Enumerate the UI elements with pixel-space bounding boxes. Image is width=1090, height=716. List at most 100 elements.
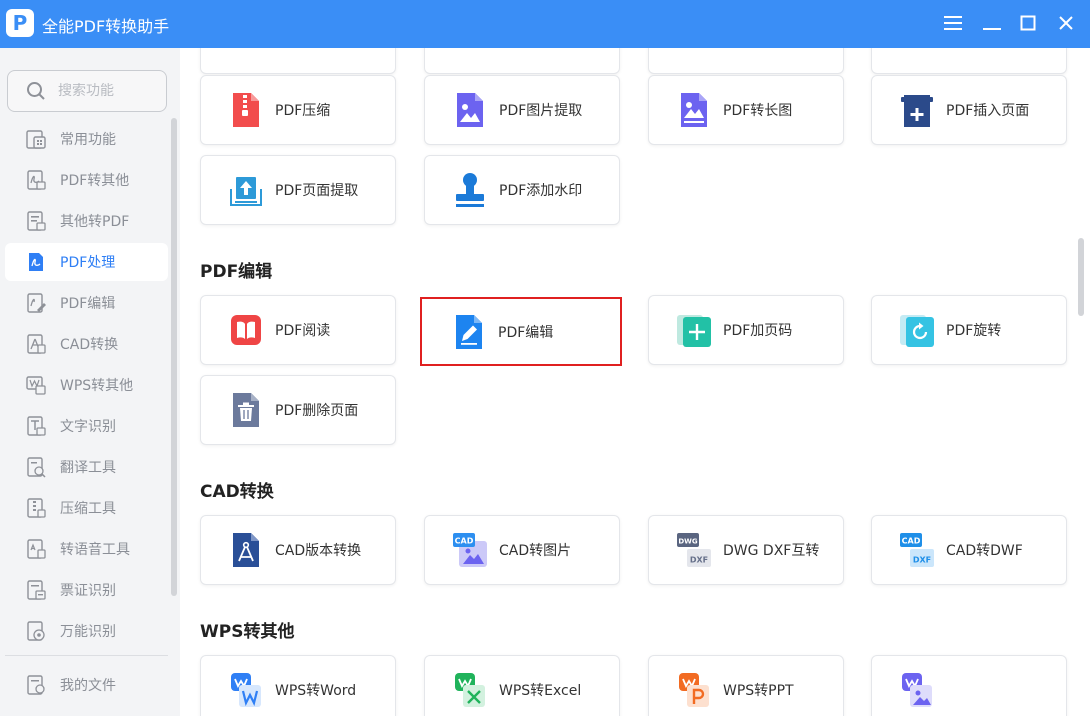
- ticket-icon: [27, 580, 46, 600]
- menu-icon[interactable]: [940, 10, 966, 36]
- my-files-icon: [27, 675, 45, 695]
- sidebar-item-cad[interactable]: CAD转换: [5, 325, 168, 363]
- sidebar-scrollbar[interactable]: [171, 118, 177, 596]
- sidebar: 常用功能 PDF转其他 其他转PDF PDF处理 PDF编辑 CAD转换 WPS…: [0, 48, 180, 716]
- card-pdf-rotate[interactable]: PDF旋转: [871, 295, 1067, 365]
- sidebar-item-wps[interactable]: WPS转其他: [5, 366, 168, 404]
- card-label: PDF压缩: [275, 103, 331, 119]
- rotate-icon: [900, 315, 934, 347]
- card-label: PDF旋转: [946, 323, 1002, 339]
- card-dwg-dxf[interactable]: DXF DWG DWG DXF互转: [648, 515, 844, 585]
- sidebar-item-label: PDF转其他: [60, 173, 130, 189]
- card-pdf-add-page-number[interactable]: PDF加页码: [648, 295, 844, 365]
- pdf-convert-icon: [27, 170, 46, 190]
- card-label: PDF删除页面: [275, 403, 359, 419]
- search-box[interactable]: [7, 70, 167, 112]
- sidebar-item-label: 票证识别: [60, 583, 116, 599]
- sidebar-item-label: 万能识别: [60, 624, 116, 640]
- sidebar-item-label: 常用功能: [60, 132, 116, 148]
- card-pdf-read[interactable]: PDF阅读: [200, 295, 396, 365]
- card-pdf-delete-page[interactable]: PDF删除页面: [200, 375, 396, 445]
- svg-text:DXF: DXF: [913, 556, 931, 565]
- sidebar-divider: [5, 655, 168, 656]
- card-label: DWG DXF互转: [723, 543, 820, 559]
- sidebar-item-ticket[interactable]: 票证识别: [5, 571, 168, 609]
- close-icon[interactable]: [1053, 10, 1079, 36]
- edit-file-icon: [456, 314, 482, 349]
- sidebar-item-common[interactable]: 常用功能: [5, 120, 168, 158]
- sidebar-item-my-files[interactable]: 我的文件: [5, 666, 168, 704]
- app-logo-icon: P: [6, 9, 34, 37]
- sidebar-item-label: 文字识别: [60, 419, 116, 435]
- cad-icon: [27, 334, 46, 354]
- sidebar-item-translate[interactable]: 翻译工具: [5, 448, 168, 486]
- sidebar-item-label: 压缩工具: [60, 501, 116, 517]
- card-wps-image[interactable]: [871, 655, 1067, 716]
- card-cad-to-dwf[interactable]: DXF CAD CAD转DWF: [871, 515, 1067, 585]
- card-label: WPS转Excel: [499, 683, 582, 699]
- card-label: PDF转长图: [723, 103, 793, 119]
- card-partial-2[interactable]: [424, 48, 620, 74]
- sidebar-item-speech[interactable]: 转语音工具: [5, 530, 168, 568]
- card-label: PDF编辑: [498, 324, 554, 341]
- app-title: 全能PDF转换助手: [42, 17, 170, 36]
- minimize-icon[interactable]: [979, 10, 1005, 36]
- wps-icon: [26, 376, 46, 395]
- card-cad-to-image[interactable]: CAD CAD转图片: [424, 515, 620, 585]
- main-scrollbar[interactable]: [1078, 238, 1084, 316]
- sidebar-item-label: 转语音工具: [60, 542, 130, 558]
- card-pdf-watermark[interactable]: PDF添加水印: [424, 155, 620, 225]
- section-title-pdf-edit: PDF编辑: [200, 262, 273, 282]
- card-pdf-insert-page[interactable]: PDF插入页面: [871, 75, 1067, 145]
- card-partial-3[interactable]: [648, 48, 844, 74]
- sidebar-item-label: PDF编辑: [60, 296, 116, 312]
- sidebar-item-ocr[interactable]: 文字识别: [5, 407, 168, 445]
- sidebar-item-other-to-pdf[interactable]: 其他转PDF: [5, 202, 168, 240]
- sidebar-item-pdf-edit[interactable]: PDF编辑: [5, 284, 168, 322]
- wps-image-icon: [902, 673, 932, 707]
- card-pdf-compress[interactable]: PDF压缩: [200, 75, 396, 145]
- card-label: PDF页面提取: [275, 183, 359, 199]
- wps-ppt-icon: [679, 673, 709, 707]
- card-wps-word[interactable]: WPS转Word: [200, 655, 396, 716]
- section-title-wps: WPS转其他: [200, 622, 295, 642]
- cad-version-icon: [233, 533, 259, 567]
- sidebar-item-label: WPS转其他: [60, 378, 134, 394]
- card-wps-ppt[interactable]: WPS转PPT: [648, 655, 844, 716]
- zip-file-icon: [233, 93, 259, 127]
- book-icon: [231, 315, 261, 345]
- to-pdf-icon: [27, 211, 46, 231]
- dwg-dxf-icon: DXF DWG: [677, 533, 711, 567]
- card-label: PDF加页码: [723, 323, 793, 339]
- svg-text:DWG: DWG: [678, 538, 698, 546]
- card-pdf-image-extract[interactable]: PDF图片提取: [424, 75, 620, 145]
- sidebar-item-compress[interactable]: 压缩工具: [5, 489, 168, 527]
- card-partial-4[interactable]: [871, 48, 1067, 74]
- image-file-icon: [457, 93, 483, 127]
- card-label: PDF添加水印: [499, 183, 583, 199]
- sidebar-item-pdf-to-other[interactable]: PDF转其他: [5, 161, 168, 199]
- svg-text:DXF: DXF: [690, 556, 708, 565]
- common-tools-icon: [26, 130, 46, 149]
- watermark-stamp-icon: [456, 173, 484, 207]
- maximize-icon[interactable]: [1015, 10, 1041, 36]
- card-pdf-edit[interactable]: PDF编辑: [420, 297, 622, 366]
- card-label: CAD转图片: [499, 543, 572, 559]
- sidebar-item-pdf-process[interactable]: PDF处理: [5, 243, 168, 281]
- sidebar-item-universal[interactable]: 万能识别: [5, 612, 168, 650]
- card-label: CAD版本转换: [275, 543, 362, 559]
- card-cad-version[interactable]: CAD版本转换: [200, 515, 396, 585]
- cad-to-image-icon: CAD: [453, 533, 487, 567]
- card-partial-1[interactable]: [200, 48, 396, 74]
- cad-to-dwf-icon: DXF CAD: [900, 533, 934, 567]
- compress-icon: [27, 498, 46, 518]
- card-label: WPS转PPT: [723, 683, 794, 699]
- sidebar-item-label: 我的文件: [60, 678, 116, 694]
- trash-file-icon: [233, 393, 259, 427]
- card-pdf-page-extract[interactable]: PDF页面提取: [200, 155, 396, 225]
- card-pdf-long-image[interactable]: PDF转长图: [648, 75, 844, 145]
- card-wps-excel[interactable]: WPS转Excel: [424, 655, 620, 716]
- sidebar-item-label: 其他转PDF: [60, 214, 130, 230]
- search-input[interactable]: [58, 83, 158, 99]
- main-content: PDF压缩 PDF图片提取 PDF转长图 PDF插入页面 PDF页面提取 PDF…: [180, 48, 1090, 716]
